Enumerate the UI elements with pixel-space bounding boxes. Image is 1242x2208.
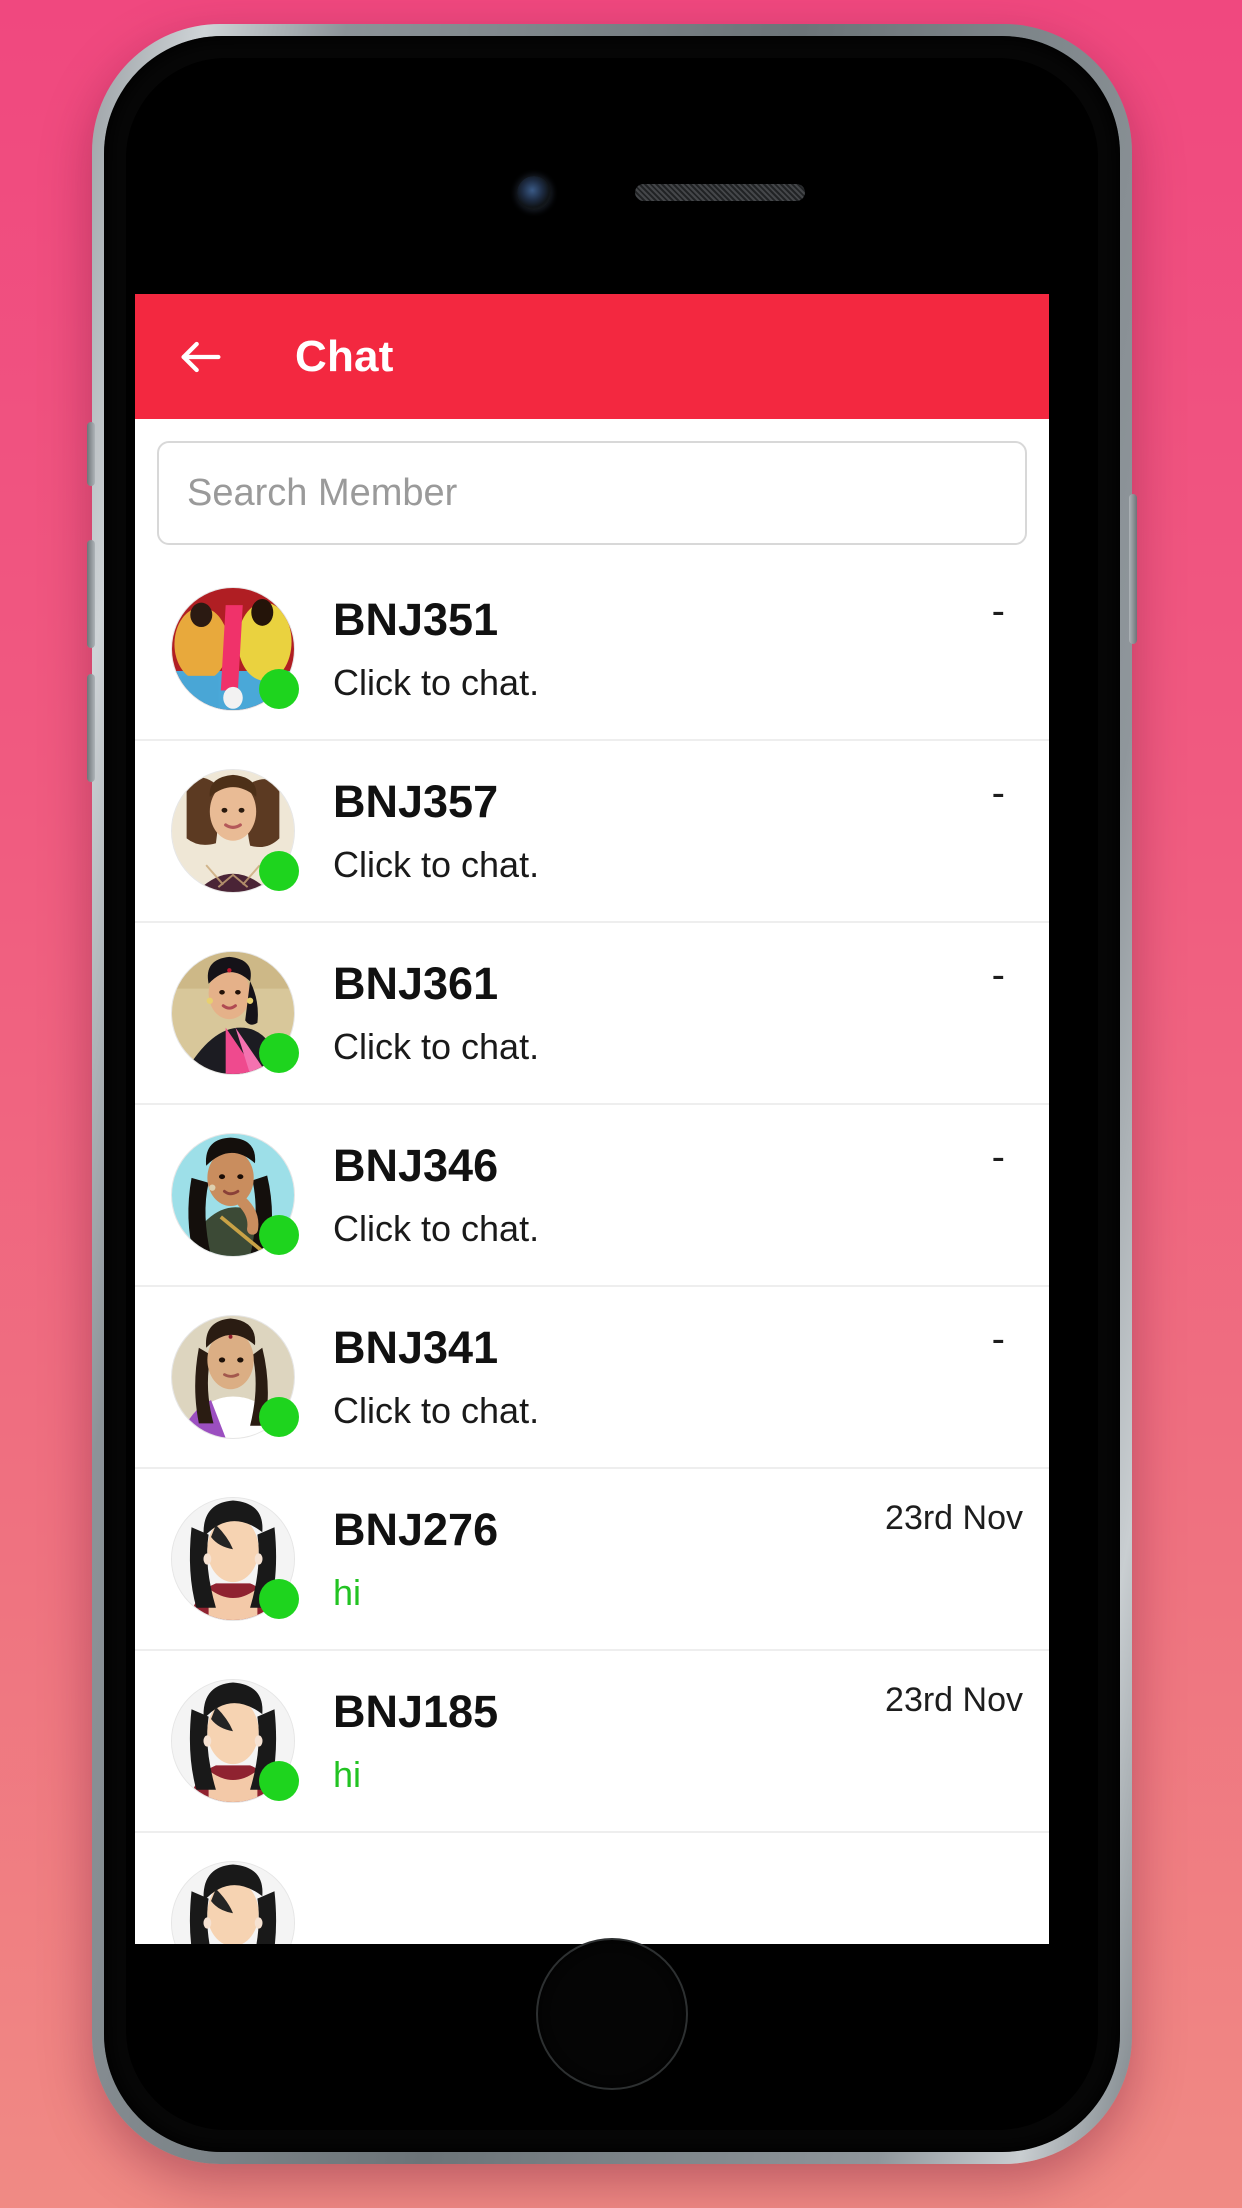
chat-item-text: BNJ351 Click to chat.: [295, 594, 983, 703]
avatar: [171, 1315, 299, 1439]
chat-list-item[interactable]: [135, 1833, 1049, 1944]
chat-list-item[interactable]: BNJ351 Click to chat. -: [135, 559, 1049, 741]
chat-item-name: BNJ361: [333, 958, 499, 1010]
phone-body: Chat BNJ351 C: [104, 36, 1120, 2152]
avatar: [171, 1133, 299, 1257]
chat-list-item[interactable]: BNJ341 Click to chat. -: [135, 1287, 1049, 1469]
volume-up-button[interactable]: [87, 540, 95, 648]
chat-item-message: Click to chat.: [333, 1390, 540, 1432]
search-section: [135, 419, 1049, 559]
chat-item-text: [295, 1915, 983, 1931]
chat-item-timestamp: -: [991, 771, 1005, 815]
online-status-indicator: [259, 669, 299, 709]
app-header: Chat: [135, 294, 1049, 419]
chat-item-timestamp: 23rd Nov: [885, 1499, 1023, 1537]
avatar: [171, 951, 299, 1075]
volume-down-button[interactable]: [87, 674, 95, 782]
online-status-indicator: [259, 1579, 299, 1619]
chat-item-name: BNJ276: [333, 1504, 499, 1556]
arrow-left-icon[interactable]: [175, 331, 227, 383]
home-button-icon[interactable]: [536, 1938, 688, 2090]
front-camera-icon: [517, 176, 551, 210]
search-box[interactable]: [157, 441, 1027, 545]
silent-switch-button[interactable]: [87, 422, 95, 486]
chat-item-message: Click to chat.: [333, 662, 540, 704]
chat-item-message: Click to chat.: [333, 1208, 540, 1250]
chat-list-item[interactable]: BNJ357 Click to chat. -: [135, 741, 1049, 923]
chat-item-timestamp: -: [991, 1135, 1005, 1179]
chat-list: BNJ351 Click to chat. - BNJ357 Click to …: [135, 559, 1049, 1944]
chat-item-timestamp: -: [991, 589, 1005, 633]
chat-list-item[interactable]: BNJ185 hi 23rd Nov: [135, 1651, 1049, 1833]
chat-item-name: BNJ341: [333, 1322, 499, 1374]
chat-item-message: Click to chat.: [333, 1026, 540, 1068]
chat-list-item[interactable]: BNJ346 Click to chat. -: [135, 1105, 1049, 1287]
earpiece-speaker-icon: [635, 184, 805, 201]
chat-item-text: BNJ276 hi: [295, 1504, 885, 1613]
avatar: [171, 1679, 299, 1803]
chat-item-text: BNJ341 Click to chat.: [295, 1322, 983, 1431]
chat-item-timestamp: 23rd Nov: [885, 1681, 1023, 1719]
chat-item-name: BNJ357: [333, 776, 499, 828]
online-status-indicator: [259, 1033, 299, 1073]
phone-screen: Chat BNJ351 C: [135, 294, 1049, 1944]
chat-item-timestamp: -: [991, 953, 1005, 997]
chat-item-text: BNJ357 Click to chat.: [295, 776, 983, 885]
avatar-image: [171, 1861, 295, 1944]
avatar: [171, 1497, 299, 1621]
chat-item-message: hi: [333, 1754, 362, 1796]
chat-item-timestamp: -: [991, 1317, 1005, 1361]
search-input[interactable]: [187, 471, 997, 515]
avatar: [171, 1861, 295, 1944]
avatar: [171, 587, 299, 711]
chat-item-name: BNJ351: [333, 594, 499, 646]
page-title: Chat: [295, 331, 394, 381]
phone-frame: Chat BNJ351 C: [87, 24, 1137, 2164]
chat-item-text: BNJ185 hi: [295, 1686, 885, 1795]
chat-item-text: BNJ346 Click to chat.: [295, 1140, 983, 1249]
chat-list-item[interactable]: BNJ361 Click to chat. -: [135, 923, 1049, 1105]
chat-item-message: Click to chat.: [333, 844, 540, 886]
chat-list-item[interactable]: BNJ276 hi 23rd Nov: [135, 1469, 1049, 1651]
avatar: [171, 769, 299, 893]
online-status-indicator: [259, 1761, 299, 1801]
power-button[interactable]: [1129, 494, 1137, 644]
online-status-indicator: [259, 1215, 299, 1255]
chat-item-name: BNJ185: [333, 1686, 499, 1738]
online-status-indicator: [259, 1397, 299, 1437]
chat-item-message: hi: [333, 1572, 362, 1614]
chat-item-text: BNJ361 Click to chat.: [295, 958, 983, 1067]
online-status-indicator: [259, 851, 299, 891]
chat-item-name: BNJ346: [333, 1140, 499, 1192]
